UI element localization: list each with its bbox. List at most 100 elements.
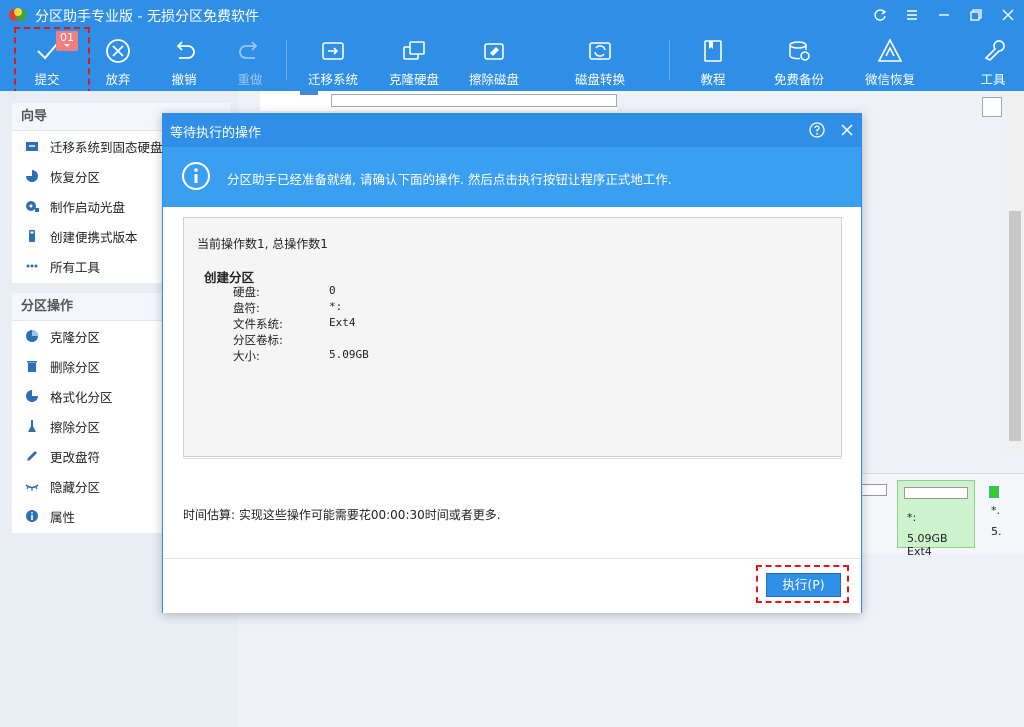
next-partition-marker[interactable]: [989, 486, 999, 498]
convert-disk-button[interactable]: 磁盘转换: [572, 30, 628, 88]
wipe-disk-button[interactable]: 擦除磁盘: [466, 30, 522, 88]
close-icon[interactable]: [838, 121, 856, 139]
clone-partition-icon: [24, 328, 40, 344]
execute-highlight-box: [756, 565, 849, 603]
change-letter-icon: [24, 448, 40, 464]
sidebar-item-label: 迁移系统到固态硬盘: [50, 139, 163, 155]
op-key: 盘符:: [233, 301, 260, 315]
view-toggle-button[interactable]: [982, 97, 1002, 117]
window-title: 分区助手专业版 - 无损分区免费软件: [35, 9, 259, 25]
dialog-divider: [183, 458, 842, 459]
disk-list-marker: [300, 91, 318, 95]
convert-disk-icon: [585, 36, 615, 66]
tools-label: 工具: [980, 72, 1006, 87]
prev-partition-bar[interactable]: [861, 484, 887, 496]
sidebar-item-label: 属性: [50, 509, 76, 525]
info-icon: [181, 161, 211, 191]
discard-button[interactable]: 放弃: [100, 30, 136, 88]
undo-icon: [169, 36, 199, 66]
redo-label: 重做: [237, 72, 263, 87]
redo-button[interactable]: 重做: [232, 30, 268, 88]
sidebar-item-label: 恢复分区: [50, 169, 101, 185]
op-key: 大小:: [233, 349, 260, 363]
migrate-os-label: 迁移系统: [307, 72, 358, 87]
op-value: Ext4: [329, 316, 356, 329]
portable-usb-icon: [24, 228, 40, 244]
sidebar-item-label: 擦除分区: [50, 419, 101, 435]
redo-icon: [235, 36, 265, 66]
banner-message: 分区助手已经准备就绪, 请确认下面的操作. 然后点击执行按钮让程序正式地工作.: [227, 172, 672, 187]
discard-label: 放弃: [105, 72, 131, 87]
help-icon[interactable]: [808, 121, 826, 139]
next-partition-size: 5.: [991, 525, 1002, 538]
migrate-os-button[interactable]: 迁移系统: [305, 30, 361, 88]
pending-operations-dialog: 等待执行的操作 分区助手已经准备就绪, 请确认下面的操作. 然后点击执行按钮让程…: [162, 113, 862, 613]
dialog-title: 等待执行的操作: [170, 126, 262, 141]
free-backup-label: 免费备份: [773, 72, 824, 87]
cancel-circle-icon: [103, 36, 133, 66]
wechat-recovery-button[interactable]: 微信恢复: [862, 30, 918, 88]
op-value: 0: [329, 284, 336, 297]
time-estimate: 时间估算: 实现这些操作可能需要花00:00:30时间或者更多.: [183, 508, 501, 522]
app-logo-icon: [8, 6, 28, 24]
close-window-icon[interactable]: [992, 0, 1024, 30]
op-value: 5.09GB: [329, 348, 369, 361]
wipe-disk-label: 擦除磁盘: [468, 72, 519, 87]
disk-list-area: [260, 91, 617, 111]
convert-disk-label: 磁盘转换: [574, 72, 625, 87]
top-bar: 分区助手专业版 - 无损分区免费软件 提交 01 放弃 撤销 重做 迁移系统 克…: [0, 0, 1024, 91]
minimize-icon[interactable]: [928, 0, 960, 30]
commit-highlight-box: [14, 27, 90, 95]
operation-count: 当前操作数1, 总操作数1: [197, 237, 328, 251]
migrate-os-icon: [318, 36, 348, 66]
sidebar-item-label: 克隆分区: [50, 329, 101, 345]
tools-button[interactable]: 工具: [976, 30, 1010, 88]
sidebar-item-label: 删除分区: [50, 359, 101, 375]
tutorial-button[interactable]: 教程: [696, 30, 730, 88]
clone-disk-button[interactable]: 克隆硬盘: [386, 30, 442, 88]
properties-icon: [24, 508, 40, 524]
book-icon: [698, 36, 728, 66]
scrollbar-thumb[interactable]: [1009, 211, 1021, 441]
undo-label: 撤销: [171, 72, 197, 87]
window-controls: [864, 0, 1024, 30]
wechat-recovery-icon: [875, 36, 905, 66]
title-bar: 分区助手专业版 - 无损分区免费软件: [0, 0, 1024, 30]
toolbar-separator: [669, 40, 670, 80]
all-tools-icon: [24, 258, 40, 274]
migrate-ssd-icon: [24, 138, 40, 154]
disk-capacity-bar: [331, 94, 617, 107]
op-key: 硬盘:: [233, 285, 260, 299]
boot-disc-icon: [24, 198, 40, 214]
partition-usage-bar: [904, 487, 968, 499]
vertical-scrollbar[interactable]: [1006, 91, 1024, 451]
delete-partition-icon: [24, 358, 40, 374]
restore-icon[interactable]: [960, 0, 992, 30]
undo-button[interactable]: 撤销: [166, 30, 202, 88]
selected-partition-block[interactable]: *: 5.09GB Ext4: [897, 480, 975, 558]
sidebar-item-label: 创建便携式版本: [50, 229, 138, 245]
operations-list-box: 当前操作数1, 总操作数1 创建分区 硬盘: 0 盘符: *: 文件系统: Ex…: [183, 217, 842, 457]
format-partition-icon: [24, 388, 40, 404]
op-value: *:: [329, 300, 343, 313]
menu-icon[interactable]: [896, 0, 928, 30]
hide-partition-icon: [24, 478, 40, 494]
backup-icon: [784, 36, 814, 66]
sidebar-item-label: 更改盘符: [50, 449, 101, 465]
wrench-icon: [978, 36, 1008, 66]
dialog-info-banner: 分区助手已经准备就绪, 请确认下面的操作. 然后点击执行按钮让程序正式地工作.: [163, 147, 861, 207]
wechat-recovery-label: 微信恢复: [864, 72, 915, 87]
wipe-partition-icon: [24, 418, 40, 434]
partition-letter: *:: [907, 511, 917, 524]
toolbar: 提交 01 放弃 撤销 重做 迁移系统 克隆硬盘 擦除磁盘 磁盘转换 教程 免费…: [0, 30, 1024, 91]
sidebar-item-label: 所有工具: [50, 259, 101, 275]
op-key: 文件系统:: [233, 317, 283, 331]
sidebar-item-label: 隐藏分区: [50, 479, 101, 495]
disk-map-strip: *: 5.09GB Ext4 *. 5.: [861, 473, 1024, 558]
op-key: 分区卷标:: [233, 333, 283, 347]
free-backup-button[interactable]: 免费备份: [771, 30, 827, 88]
recover-partition-icon: [24, 168, 40, 184]
sidebar-item-label: 格式化分区: [50, 389, 113, 405]
next-partition-letter: *.: [991, 504, 1000, 517]
refresh-icon[interactable]: [864, 0, 896, 30]
